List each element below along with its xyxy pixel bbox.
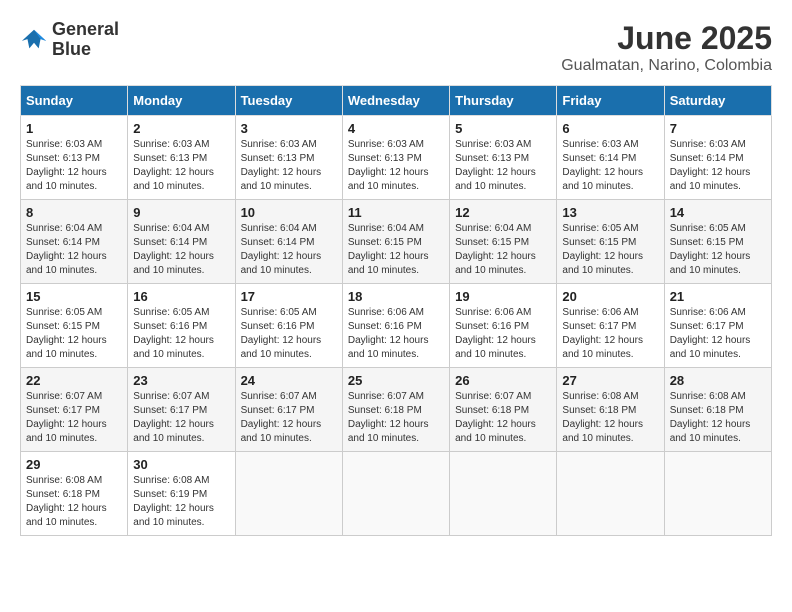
header-friday: Friday (557, 86, 664, 116)
logo-line1: General (52, 20, 119, 40)
calendar-table: Sunday Monday Tuesday Wednesday Thursday… (20, 85, 772, 536)
day-1: 1 Sunrise: 6:03 AMSunset: 6:13 PMDayligh… (21, 116, 128, 200)
day-5: 5 Sunrise: 6:03 AMSunset: 6:13 PMDayligh… (450, 116, 557, 200)
day-4: 4 Sunrise: 6:03 AMSunset: 6:13 PMDayligh… (342, 116, 449, 200)
day-3: 3 Sunrise: 6:03 AMSunset: 6:13 PMDayligh… (235, 116, 342, 200)
day-26: 26 Sunrise: 6:07 AMSunset: 6:18 PMDaylig… (450, 368, 557, 452)
day-30: 30 Sunrise: 6:08 AMSunset: 6:19 PMDaylig… (128, 452, 235, 536)
day-2: 2 Sunrise: 6:03 AMSunset: 6:13 PMDayligh… (128, 116, 235, 200)
empty-cell (235, 452, 342, 536)
day-9: 9 Sunrise: 6:04 AMSunset: 6:14 PMDayligh… (128, 200, 235, 284)
day-7: 7 Sunrise: 6:03 AMSunset: 6:14 PMDayligh… (664, 116, 771, 200)
day-8: 8 Sunrise: 6:04 AMSunset: 6:14 PMDayligh… (21, 200, 128, 284)
logo: General Blue (20, 20, 119, 60)
day-21: 21 Sunrise: 6:06 AMSunset: 6:17 PMDaylig… (664, 284, 771, 368)
header-wednesday: Wednesday (342, 86, 449, 116)
logo-text: General Blue (52, 20, 119, 60)
day-20: 20 Sunrise: 6:06 AMSunset: 6:17 PMDaylig… (557, 284, 664, 368)
day-16: 16 Sunrise: 6:05 AMSunset: 6:16 PMDaylig… (128, 284, 235, 368)
day-11: 11 Sunrise: 6:04 AMSunset: 6:15 PMDaylig… (342, 200, 449, 284)
month-title: June 2025 (561, 20, 772, 57)
day-12: 12 Sunrise: 6:04 AMSunset: 6:15 PMDaylig… (450, 200, 557, 284)
header-sunday: Sunday (21, 86, 128, 116)
logo-icon (20, 26, 48, 54)
empty-cell (342, 452, 449, 536)
header: General Blue June 2025 Gualmatan, Narino… (20, 20, 772, 75)
header-monday: Monday (128, 86, 235, 116)
day-14: 14 Sunrise: 6:05 AMSunset: 6:15 PMDaylig… (664, 200, 771, 284)
title-area: June 2025 Gualmatan, Narino, Colombia (561, 20, 772, 75)
day-15: 15 Sunrise: 6:05 AMSunset: 6:15 PMDaylig… (21, 284, 128, 368)
header-tuesday: Tuesday (235, 86, 342, 116)
table-row: 15 Sunrise: 6:05 AMSunset: 6:15 PMDaylig… (21, 284, 772, 368)
header-saturday: Saturday (664, 86, 771, 116)
day-19: 19 Sunrise: 6:06 AMSunset: 6:16 PMDaylig… (450, 284, 557, 368)
day-24: 24 Sunrise: 6:07 AMSunset: 6:17 PMDaylig… (235, 368, 342, 452)
day-10: 10 Sunrise: 6:04 AMSunset: 6:14 PMDaylig… (235, 200, 342, 284)
day-23: 23 Sunrise: 6:07 AMSunset: 6:17 PMDaylig… (128, 368, 235, 452)
day-22: 22 Sunrise: 6:07 AMSunset: 6:17 PMDaylig… (21, 368, 128, 452)
day-25: 25 Sunrise: 6:07 AMSunset: 6:18 PMDaylig… (342, 368, 449, 452)
header-thursday: Thursday (450, 86, 557, 116)
day-29: 29 Sunrise: 6:08 AMSunset: 6:18 PMDaylig… (21, 452, 128, 536)
empty-cell (450, 452, 557, 536)
day-17: 17 Sunrise: 6:05 AMSunset: 6:16 PMDaylig… (235, 284, 342, 368)
weekday-header-row: Sunday Monday Tuesday Wednesday Thursday… (21, 86, 772, 116)
location-title: Gualmatan, Narino, Colombia (561, 57, 772, 75)
day-6: 6 Sunrise: 6:03 AMSunset: 6:14 PMDayligh… (557, 116, 664, 200)
day-18: 18 Sunrise: 6:06 AMSunset: 6:16 PMDaylig… (342, 284, 449, 368)
logo-line2: Blue (52, 40, 119, 60)
table-row: 1 Sunrise: 6:03 AMSunset: 6:13 PMDayligh… (21, 116, 772, 200)
empty-cell (557, 452, 664, 536)
day-27: 27 Sunrise: 6:08 AMSunset: 6:18 PMDaylig… (557, 368, 664, 452)
day-13: 13 Sunrise: 6:05 AMSunset: 6:15 PMDaylig… (557, 200, 664, 284)
table-row: 22 Sunrise: 6:07 AMSunset: 6:17 PMDaylig… (21, 368, 772, 452)
table-row: 8 Sunrise: 6:04 AMSunset: 6:14 PMDayligh… (21, 200, 772, 284)
day-28: 28 Sunrise: 6:08 AMSunset: 6:18 PMDaylig… (664, 368, 771, 452)
empty-cell (664, 452, 771, 536)
table-row: 29 Sunrise: 6:08 AMSunset: 6:18 PMDaylig… (21, 452, 772, 536)
